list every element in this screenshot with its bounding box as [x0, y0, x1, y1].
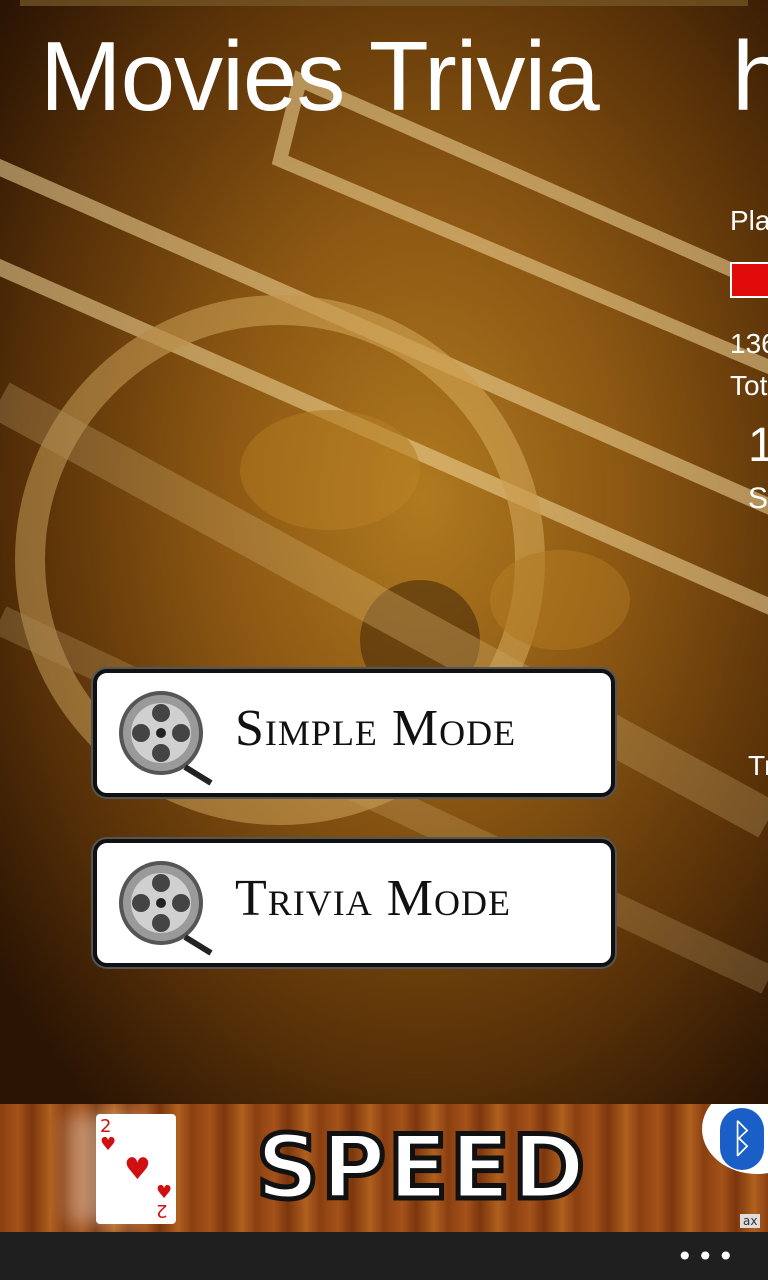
side-text-score: 1: [748, 419, 768, 472]
playing-card-icon: 2 ♥ ♥ ♥ 2: [96, 1114, 176, 1224]
trivia-mode-button[interactable]: Trivia Mode: [93, 839, 615, 967]
film-reel-icon: [119, 861, 213, 956]
ad-banner[interactable]: 2 ♥ ♥ ♥ 2 SPEED ᛒ ax: [0, 1104, 768, 1232]
side-text-total: Tot: [730, 370, 768, 401]
side-text-count: 136: [730, 328, 768, 359]
card-rank-bottom: 2: [156, 1200, 168, 1221]
simple-mode-label: Simple Mode: [235, 700, 517, 757]
more-options-icon[interactable]: •••: [676, 1240, 738, 1273]
side-text-tr: Tr: [748, 750, 768, 781]
film-reel-icon: [119, 691, 213, 786]
top-strip: [20, 0, 748, 6]
trivia-mode-label: Trivia Mode: [235, 870, 511, 927]
ad-badge[interactable]: ax: [740, 1214, 761, 1228]
bluetooth-icon: ᛒ: [720, 1108, 764, 1170]
app-bar: •••: [0, 1232, 768, 1280]
heart-icon: ♥: [100, 1134, 117, 1155]
side-text-players: Pla: [730, 205, 768, 236]
next-panel-title: h: [732, 21, 768, 131]
ad-title: SPEED: [253, 1114, 588, 1222]
progress-bar: [730, 262, 768, 298]
heart-icon: ♥: [124, 1152, 151, 1187]
page-title: Movies Trivia: [40, 21, 600, 131]
side-text-s: S: [748, 482, 768, 515]
simple-mode-button[interactable]: Simple Mode: [93, 669, 615, 797]
